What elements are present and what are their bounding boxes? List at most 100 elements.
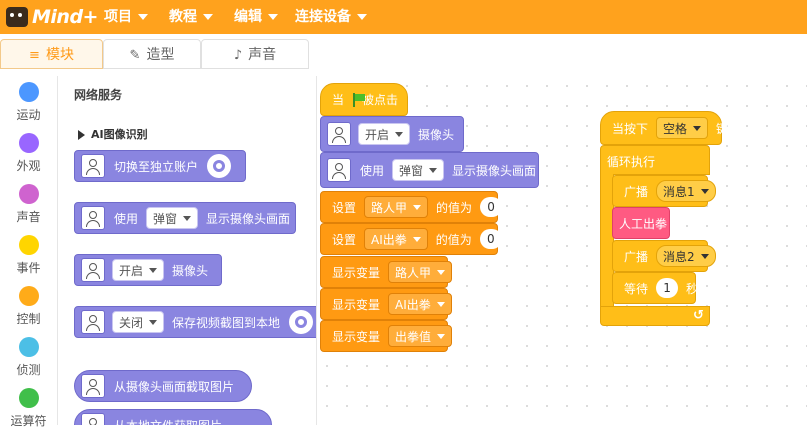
value-input[interactable]: 0 bbox=[479, 229, 502, 249]
variable-dropdown[interactable]: 路人甲 bbox=[364, 196, 429, 218]
block-set-variable[interactable]: 设置 AI出拳 的值为 0 bbox=[320, 223, 502, 255]
menu-label: 连接设备 bbox=[295, 9, 351, 25]
block-show-variable[interactable]: 显示变量 路人甲 bbox=[320, 256, 453, 288]
tab-blocks[interactable]: ≡ 模块 bbox=[0, 39, 103, 69]
block-use-popup[interactable]: 使用 弹窗 显示摄像头画面 bbox=[74, 202, 296, 234]
tab-costumes[interactable]: ✎ 造型 bbox=[103, 39, 201, 69]
variable-dropdown[interactable]: 路人甲 bbox=[388, 261, 453, 283]
block-show-variable[interactable]: 显示变量 AI出拳 bbox=[320, 288, 452, 320]
block-forever-bottom[interactable]: ↺ bbox=[600, 306, 710, 326]
value-input[interactable]: 0 bbox=[480, 197, 503, 217]
chevron-down-icon bbox=[693, 125, 702, 131]
category-dot bbox=[18, 388, 39, 408]
dropdown-value: 弹窗 bbox=[153, 211, 178, 226]
block-switch-account[interactable]: 切换至独立账户 bbox=[74, 150, 246, 182]
camera-state-dropdown[interactable]: 开启 bbox=[112, 259, 165, 281]
block-camera-on[interactable]: 开启 摄像头 bbox=[74, 254, 222, 286]
block-text: 广播 bbox=[624, 184, 649, 199]
block-forever-top[interactable]: 循环执行 bbox=[600, 145, 710, 175]
block-text: 循环执行 bbox=[607, 155, 656, 169]
menu-connect-device[interactable]: 连接设备 bbox=[295, 0, 367, 34]
block-text: 设置 bbox=[332, 200, 357, 215]
category-dot bbox=[18, 82, 39, 102]
loop-arrow-icon: ↺ bbox=[693, 308, 704, 323]
block-text: 切换至独立账户 bbox=[114, 159, 199, 174]
speaker-icon: ♪ bbox=[233, 48, 243, 63]
block-text: 当 bbox=[332, 93, 345, 107]
chevron-down-icon bbox=[436, 301, 445, 307]
chevron-down-icon bbox=[149, 319, 158, 325]
tab-label: 声音 bbox=[248, 47, 277, 63]
gear-icon[interactable] bbox=[289, 310, 314, 334]
display-mode-dropdown[interactable]: 弹窗 bbox=[146, 207, 199, 229]
chevron-down-icon bbox=[268, 14, 278, 20]
block-text: 当按下 bbox=[612, 121, 649, 136]
message-dropdown[interactable]: 消息2 bbox=[656, 245, 716, 267]
save-state-dropdown[interactable]: 关闭 bbox=[112, 311, 165, 333]
category-motion[interactable]: 运动 bbox=[0, 82, 57, 123]
category-label: 外观 bbox=[16, 159, 41, 173]
block-palette[interactable]: 网络服务 AI图像识别 切换至独立账户 使用 弹窗 显示摄像头画面 开启 摄像头… bbox=[58, 76, 317, 425]
menu-tutorial[interactable]: 教程 bbox=[169, 0, 213, 34]
chevron-down-icon bbox=[357, 14, 367, 20]
block-set-variable[interactable]: 设置 路人甲 的值为 0 bbox=[320, 191, 503, 223]
block-when-key-pressed[interactable]: 当按下 空格 键 bbox=[600, 111, 728, 145]
wait-seconds-input[interactable]: 1 bbox=[656, 278, 679, 298]
palette-subsection-label: AI图像识别 bbox=[91, 128, 148, 141]
category-looks[interactable]: 外观 bbox=[0, 133, 57, 174]
category-control[interactable]: 控制 bbox=[0, 286, 57, 327]
category-label: 事件 bbox=[16, 261, 41, 275]
dropdown-value: 消息2 bbox=[663, 249, 695, 264]
category-sound[interactable]: 声音 bbox=[0, 184, 57, 225]
menu-label: 项目 bbox=[104, 9, 132, 25]
camera-person-icon bbox=[81, 310, 105, 334]
variable-dropdown[interactable]: 出拳值 bbox=[388, 325, 453, 347]
block-save-screenshot[interactable]: 关闭 保存视频截图到本地 bbox=[74, 306, 316, 338]
tab-sounds[interactable]: ♪ 声音 bbox=[201, 39, 309, 69]
camera-person-icon bbox=[327, 122, 351, 146]
chevron-down-icon bbox=[700, 253, 709, 259]
block-show-variable[interactable]: 显示变量 出拳值 bbox=[320, 320, 453, 352]
block-text: 显示变量 bbox=[332, 329, 381, 344]
script-workspace[interactable]: 当 被点击 开启 摄像头 使用 弹窗 显示摄像头画面 设置 路人甲 的值为 0 … bbox=[317, 76, 807, 425]
collapse-triangle-icon bbox=[78, 130, 85, 140]
blocks-icon: ≡ bbox=[29, 48, 40, 63]
category-dot bbox=[18, 133, 39, 153]
block-text: 从摄像头画面截取图片 bbox=[114, 379, 235, 394]
camera-state-dropdown[interactable]: 开启 bbox=[358, 123, 411, 145]
chevron-down-icon bbox=[412, 236, 421, 242]
variable-dropdown[interactable]: AI出拳 bbox=[364, 228, 428, 250]
menu-project[interactable]: 项目 bbox=[104, 0, 148, 34]
category-label: 运动 bbox=[16, 108, 41, 122]
chevron-down-icon bbox=[700, 188, 709, 194]
block-wait[interactable]: 等待 1 秒 bbox=[612, 272, 698, 304]
category-operators[interactable]: 运算符 bbox=[0, 388, 57, 429]
chevron-down-icon bbox=[413, 204, 422, 210]
brand-name: Mind+ bbox=[32, 6, 98, 28]
menu-edit[interactable]: 编辑 bbox=[234, 0, 278, 34]
gear-icon[interactable] bbox=[207, 154, 232, 178]
category-sensing[interactable]: 侦测 bbox=[0, 337, 57, 378]
block-when-flag-clicked[interactable]: 当 被点击 bbox=[320, 83, 408, 116]
block-text: 摄像头 bbox=[418, 127, 455, 142]
variable-dropdown[interactable]: AI出拳 bbox=[388, 293, 452, 315]
block-use-popup[interactable]: 使用 弹窗 显示摄像头画面 bbox=[320, 152, 539, 188]
palette-subsection[interactable]: AI图像识别 bbox=[78, 126, 148, 142]
block-camera-on[interactable]: 开启 摄像头 bbox=[320, 116, 464, 152]
message-dropdown[interactable]: 消息1 bbox=[656, 180, 716, 202]
block-text: 设置 bbox=[332, 232, 357, 247]
block-custom-punch[interactable]: 人工出拳 bbox=[612, 207, 670, 239]
block-broadcast[interactable]: 广播 消息2 bbox=[612, 240, 716, 272]
category-events[interactable]: 事件 bbox=[0, 235, 57, 276]
block-image-from-file[interactable]: 从本地文件获取图片 bbox=[74, 409, 272, 425]
chevron-down-icon bbox=[429, 167, 438, 173]
app-logo[interactable]: Mind+ bbox=[6, 4, 98, 30]
category-dot bbox=[18, 235, 39, 255]
key-dropdown[interactable]: 空格 bbox=[656, 117, 709, 139]
camera-person-icon bbox=[81, 374, 105, 398]
menu-label: 教程 bbox=[169, 9, 197, 25]
block-broadcast[interactable]: 广播 消息1 bbox=[612, 175, 716, 207]
display-mode-dropdown[interactable]: 弹窗 bbox=[392, 159, 445, 181]
block-capture-image[interactable]: 从摄像头画面截取图片 bbox=[74, 370, 252, 402]
chevron-down-icon bbox=[138, 14, 148, 20]
